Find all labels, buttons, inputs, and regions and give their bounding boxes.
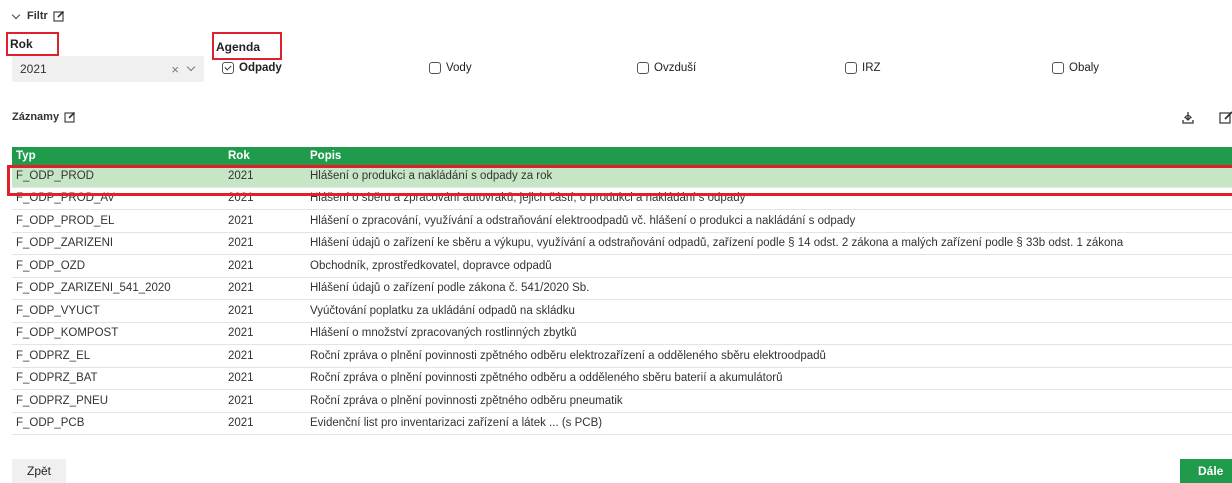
cell-rok: 2021 — [228, 394, 254, 407]
cell-popis: Obchodník, zprostředkovatel, dopravce od… — [310, 259, 552, 272]
cell-popis: Hlášení údajů o zařízení ke sběru a výku… — [310, 237, 1124, 250]
next-button[interactable]: Dále — [1180, 459, 1232, 483]
cell-typ: F_ODP_PROD_EL — [16, 214, 115, 227]
table-row[interactable]: F_ODP_OZD 2021 Obchodník, zprostředkovat… — [12, 255, 1232, 278]
cell-rok: 2021 — [228, 327, 254, 340]
cell-popis: Evidenční list pro inventarizaci zařízen… — [310, 417, 603, 430]
table-row[interactable]: F_ODP_PROD_EL 2021 Hlášení o zpracování,… — [12, 210, 1232, 233]
cell-typ: F_ODPRZ_BAT — [16, 372, 98, 385]
checkbox-label: IRZ — [862, 62, 881, 74]
column-header-rok[interactable]: Rok — [228, 150, 310, 162]
chevron-down-icon — [11, 10, 21, 19]
cell-rok: 2021 — [228, 304, 254, 317]
cell-rok: 2021 — [228, 192, 254, 205]
checkbox-label: Ovzduší — [654, 62, 697, 74]
cell-popis: Vyúčtování poplatku za ukládání odpadů n… — [310, 304, 575, 317]
cell-typ: F_ODPRZ_EL — [16, 349, 91, 362]
cell-popis: Roční zpráva o plnění povinnosti zpětnéh… — [310, 349, 826, 362]
rok-select-value: 2021 — [20, 62, 47, 76]
table-header: Typ Rok Popis — [12, 147, 1232, 165]
checkbox-odpady[interactable]: Odpady — [222, 62, 282, 74]
table-row[interactable]: F_ODP_KOMPOST 2021 Hlášení o množství zp… — [12, 323, 1232, 345]
edit-icon[interactable] — [64, 111, 76, 123]
rok-label-text: Rok — [10, 37, 33, 51]
cell-typ: F_ODP_ZARIZENI — [16, 237, 114, 250]
cell-typ: F_ODP_VYUCT — [16, 304, 100, 317]
table-row[interactable]: F_ODPRZ_BAT 2021 Roční zpráva o plnění p… — [12, 368, 1232, 390]
checkbox-box[interactable] — [222, 62, 234, 74]
cell-rok: 2021 — [228, 214, 254, 227]
cell-typ: F_ODP_OZD — [16, 259, 86, 272]
records-title: Záznamy — [12, 111, 60, 123]
back-button[interactable]: Zpět — [12, 459, 66, 483]
cell-rok: 2021 — [228, 169, 254, 182]
cell-rok: 2021 — [228, 282, 254, 295]
filter-toggle[interactable]: Filtr — [11, 8, 65, 24]
agenda-label-text: Agenda — [216, 40, 261, 54]
checkbox-label: Obaly — [1069, 62, 1100, 74]
cell-popis: Roční zpráva o plnění povinnosti zpětnéh… — [310, 394, 623, 407]
checkbox-label: Odpady — [239, 62, 282, 74]
cell-popis: Hlášení o produkci a nakládání s odpady … — [310, 169, 553, 182]
column-header-typ[interactable]: Typ — [12, 150, 228, 162]
cell-popis: Roční zpráva o plnění povinnosti zpětnéh… — [310, 372, 783, 385]
rok-select[interactable]: 2021 × — [12, 56, 204, 82]
cell-rok: 2021 — [228, 259, 254, 272]
cell-popis: Hlášení údajů o zařízení podle zákona č.… — [310, 282, 590, 295]
cell-typ: F_ODP_PCB — [16, 417, 85, 430]
checkbox-box[interactable] — [1052, 62, 1064, 74]
filter-title: Filtr — [27, 10, 48, 22]
table-row[interactable]: F_ODP_VYUCT 2021 Vyúčtování poplatku za … — [12, 300, 1232, 323]
cell-typ: F_ODP_PROD — [16, 169, 94, 182]
checkbox-box[interactable] — [429, 62, 441, 74]
rok-label: Rok — [6, 32, 59, 56]
table-row[interactable]: F_ODP_ZARIZENI 2021 Hlášení údajů o zaří… — [12, 233, 1232, 255]
cell-typ: F_ODP_KOMPOST — [16, 327, 119, 340]
checkbox-ovzdusi[interactable]: Ovzduší — [637, 62, 696, 74]
chevron-down-icon[interactable] — [186, 62, 196, 72]
cell-rok: 2021 — [228, 349, 254, 362]
cell-typ: F_ODP_PROD_AV — [16, 192, 115, 205]
cell-rok: 2021 — [228, 237, 254, 250]
records-table: Typ Rok Popis F_ODP_PROD 2021 Hlášení o … — [12, 147, 1232, 435]
edit-icon[interactable] — [1218, 110, 1232, 126]
cell-rok: 2021 — [228, 372, 254, 385]
table-row[interactable]: F_ODP_PROD 2021 Hlášení o produkci a nak… — [12, 165, 1232, 188]
cell-typ: F_ODP_ZARIZENI_541_2020 — [16, 282, 171, 295]
cell-popis: Hlášení o množství zpracovaných rostlinn… — [310, 327, 577, 340]
records-header: Záznamy — [12, 111, 76, 123]
checkbox-vody[interactable]: Vody — [429, 62, 472, 74]
cell-rok: 2021 — [228, 417, 254, 430]
edit-icon[interactable] — [53, 10, 65, 22]
table-row[interactable]: F_ODPRZ_EL 2021 Roční zpráva o plnění po… — [12, 345, 1232, 368]
checkbox-obaly[interactable]: Obaly — [1052, 62, 1099, 74]
cell-popis: Hlášení o zpracování, využívání a odstra… — [310, 214, 856, 227]
checkbox-box[interactable] — [845, 62, 857, 74]
table-row[interactable]: F_ODP_ZARIZENI_541_2020 2021 Hlášení úda… — [12, 278, 1232, 300]
cell-typ: F_ODPRZ_PNEU — [16, 394, 109, 407]
checkbox-box[interactable] — [637, 62, 649, 74]
cell-popis: Hlášení o sběru a zpracování autovraků, … — [310, 192, 746, 205]
clear-icon[interactable]: × — [171, 62, 179, 77]
table-row[interactable]: F_ODP_PCB 2021 Evidenční list pro invent… — [12, 413, 1232, 435]
checkbox-irz[interactable]: IRZ — [845, 62, 881, 74]
table-row[interactable]: F_ODPRZ_PNEU 2021 Roční zpráva o plnění … — [12, 390, 1232, 413]
checkbox-label: Vody — [446, 62, 472, 74]
column-header-popis[interactable]: Popis — [310, 150, 1232, 162]
table-row[interactable]: F_ODP_PROD_AV 2021 Hlášení o sběru a zpr… — [12, 188, 1232, 210]
download-icon[interactable] — [1180, 110, 1196, 126]
agenda-label: Agenda — [212, 32, 282, 60]
